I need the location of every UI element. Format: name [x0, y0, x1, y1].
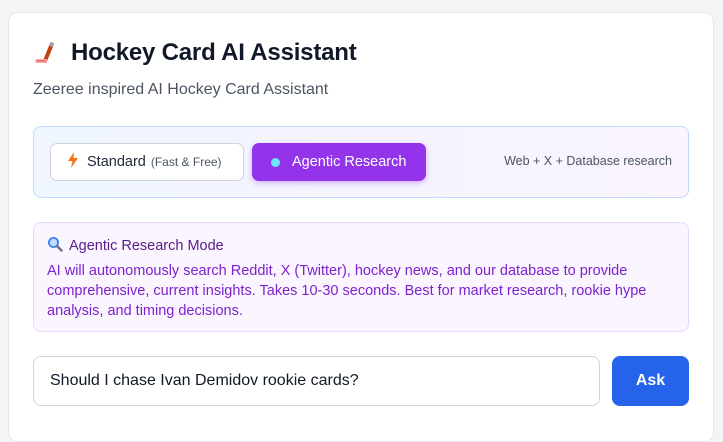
agentic-mode-button[interactable]: Agentic Research — [252, 143, 426, 181]
mode-selector: Standard (Fast & Free) Agentic Research … — [33, 126, 689, 198]
assistant-card: Hockey Card AI Assistant Zeeree inspired… — [8, 12, 714, 442]
page-subtitle: Zeeree inspired AI Hockey Card Assistant — [33, 81, 329, 98]
title-row: Hockey Card AI Assistant — [33, 39, 357, 67]
lightning-icon — [67, 152, 79, 172]
info-heading: Agentic Research Mode — [47, 236, 675, 256]
info-title: Agentic Research Mode — [69, 238, 224, 254]
info-body: AI will autonomously search Reddit, X (T… — [47, 263, 647, 319]
ask-button[interactable]: Ask — [612, 356, 689, 406]
magnifier-icon — [47, 236, 63, 256]
hockey-stick-icon — [33, 39, 61, 67]
standard-mode-label: Standard — [87, 154, 146, 170]
mode-hint: Web + X + Database research — [504, 154, 672, 168]
question-input[interactable] — [33, 356, 600, 406]
page-title: Hockey Card AI Assistant — [71, 39, 357, 66]
agentic-mode-label: Agentic Research — [292, 154, 407, 170]
standard-mode-sublabel: (Fast & Free) — [150, 155, 222, 169]
standard-mode-button[interactable]: Standard (Fast & Free) — [50, 143, 244, 181]
dot-icon — [271, 157, 280, 167]
agentic-info-box: Agentic Research Mode AI will autonomous… — [33, 222, 689, 332]
